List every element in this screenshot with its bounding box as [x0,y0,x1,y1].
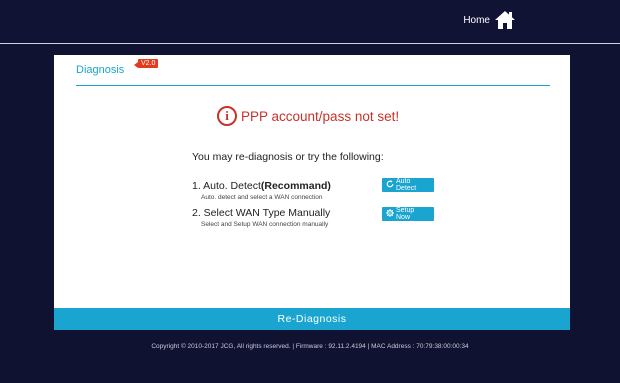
refresh-icon [386,180,394,190]
option-description: Select and Setup WAN connection manually [201,221,329,228]
version-badge: V2.0 [133,59,159,68]
auto-detect-button[interactable]: Auto Detect [382,178,434,192]
option-label-bold: (Recommand) [260,180,331,192]
panel-title: Diagnosis [76,64,125,76]
option-label: 2. Select WAN Type Manually [192,207,331,219]
footer-copyright: Copyright © 2010-2017 JCG, All rights re… [151,343,469,350]
title-divider [76,85,550,86]
re-diagnosis-button[interactable]: Re-Diagnosis [54,308,570,330]
home-label: Home [463,14,490,26]
option-description: Auto. detect and select a WAN connection [201,194,323,201]
subtitle: You may re-diagnosis or try the followin… [192,151,384,163]
option-auto-detect: 1. Auto. Detect(Recommand) Auto. detect … [192,180,331,201]
auto-detect-label: Auto Detect [396,178,417,192]
top-bar: Home [0,0,620,44]
alert-text: PPP account/pass not set! [241,108,400,124]
home-link[interactable]: Home [463,10,516,30]
setup-now-button[interactable]: Setup Now [382,207,434,221]
info-icon: i [217,106,237,126]
option-manual-setup: 2. Select WAN Type Manually Select and S… [192,207,330,228]
alert-message: i PPP account/pass not set! [217,106,399,126]
setup-now-label: Setup Now [396,207,415,221]
option-label: 1. Auto. Detect [192,180,261,192]
diagnosis-panel: Diagnosis V2.0 i PPP account/pass not se… [54,55,570,330]
home-icon [494,10,516,30]
gear-icon [386,209,394,219]
